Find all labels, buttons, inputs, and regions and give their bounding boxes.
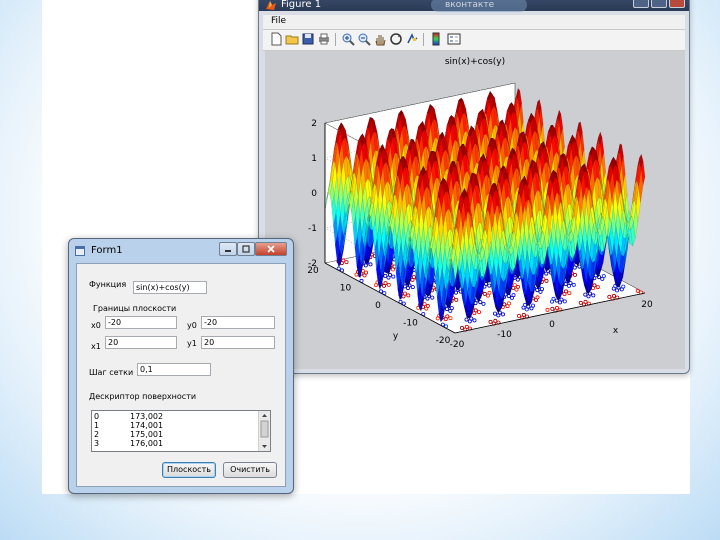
figure-titlebar[interactable]: Figure 1 вконтакте <box>259 0 689 12</box>
rotate-3d-icon[interactable] <box>389 32 403 46</box>
figure-menubar: File <box>263 15 685 30</box>
pan-hand-icon[interactable] <box>373 32 387 46</box>
colorbar-icon[interactable] <box>429 32 443 46</box>
figure-toolbar <box>263 30 685 51</box>
minimize-button[interactable] <box>633 0 649 8</box>
figure-title: Figure 1 <box>281 0 322 10</box>
open-folder-icon[interactable] <box>285 32 299 46</box>
legend-icon[interactable] <box>447 32 461 46</box>
toolbar-separator <box>423 33 424 46</box>
menu-file[interactable]: File <box>271 16 286 26</box>
figure-window: Figure 1 вконтакте File sin(x)+cos(y) 21… <box>258 0 690 374</box>
surface-plot[interactable]: 210-1-2-20-1002020100-10-20xy <box>265 51 685 369</box>
plot-canvas[interactable]: sin(x)+cos(y) 2 1 0 -1 -2 -20 -10 0 20 20 10 0 -10 -2… <box>265 51 685 369</box>
print-icon[interactable] <box>317 32 331 46</box>
matlab-icon <box>266 1 276 10</box>
zoom-out-icon[interactable] <box>357 32 371 46</box>
maximize-button[interactable] <box>651 0 667 8</box>
new-file-icon[interactable] <box>269 32 283 46</box>
toolbar-separator <box>335 33 336 46</box>
zoom-in-icon[interactable] <box>341 32 355 46</box>
save-icon[interactable] <box>301 32 315 46</box>
data-cursor-icon[interactable] <box>405 32 419 46</box>
background-search-hint: вконтакте <box>431 0 527 12</box>
close-button[interactable] <box>669 0 685 8</box>
